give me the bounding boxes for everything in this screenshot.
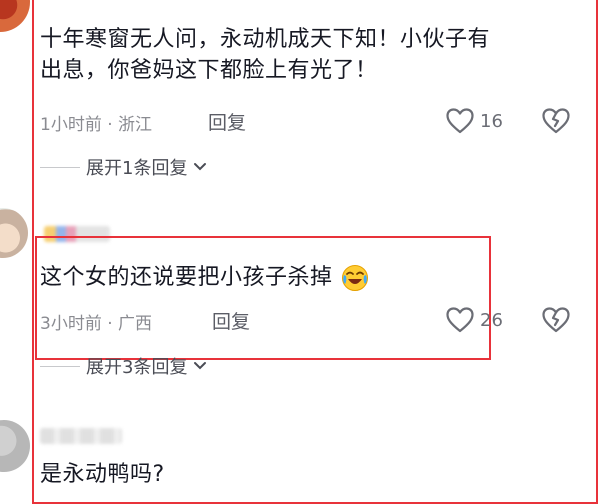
chevron-down-icon [193, 162, 207, 172]
comment-text: 这个女的还说要把小孩子杀掉 [40, 262, 369, 293]
highlight-frame-inner [35, 236, 491, 360]
like-button[interactable]: 26 [446, 307, 503, 333]
meta-separator: · [107, 314, 113, 334]
avatar[interactable] [0, 208, 28, 258]
like-count: 16 [480, 110, 503, 132]
username[interactable] [40, 428, 122, 444]
broken-heart-outline-icon [542, 108, 570, 134]
expand-replies-button[interactable]: 展开3条回复 [40, 353, 207, 379]
reply-button[interactable]: 回复 [212, 307, 250, 334]
expand-replies-button[interactable]: 展开1条回复 [40, 154, 207, 180]
heart-outline-icon [446, 307, 474, 333]
expand-replies-label: 展开3条回复 [86, 357, 188, 378]
dislike-button[interactable] [542, 307, 570, 333]
comment-meta: 3小时前 · 广西 [40, 309, 152, 334]
chevron-down-icon [193, 361, 207, 371]
comment-text-line: 这个女的还说要把小孩子杀掉 [40, 265, 333, 290]
dislike-button[interactable] [542, 108, 570, 134]
avatar[interactable] [0, 420, 30, 472]
meta-separator: · [107, 115, 113, 135]
comment-time: 1小时前 [40, 115, 102, 135]
comment-text: 是永动鸭吗? [40, 462, 165, 487]
like-count: 26 [480, 309, 503, 331]
avatar[interactable] [0, 0, 30, 32]
comment-text-line: 出息，你爸妈这下都脸上有光了！ [40, 58, 378, 83]
broken-heart-outline-icon [542, 307, 570, 333]
like-button[interactable]: 16 [446, 108, 503, 134]
comment-text: 十年寒窗无人问，永动机成天下知！小伙子有 出息，你爸妈这下都脸上有光了！ [40, 24, 595, 86]
comment-time: 3小时前 [40, 314, 102, 334]
comment-location: 浙江 [118, 115, 153, 135]
reply-button[interactable]: 回复 [208, 108, 246, 135]
divider [40, 365, 80, 367]
comment-meta: 1小时前 · 浙江 [40, 110, 152, 135]
expand-replies-label: 展开1条回复 [86, 158, 188, 179]
comment-location: 广西 [118, 314, 153, 334]
laughing-emoji-icon [341, 264, 369, 292]
divider [40, 166, 80, 168]
heart-outline-icon [446, 108, 474, 134]
comment-text-line: 十年寒窗无人问，永动机成天下知！小伙子有 [40, 27, 491, 52]
